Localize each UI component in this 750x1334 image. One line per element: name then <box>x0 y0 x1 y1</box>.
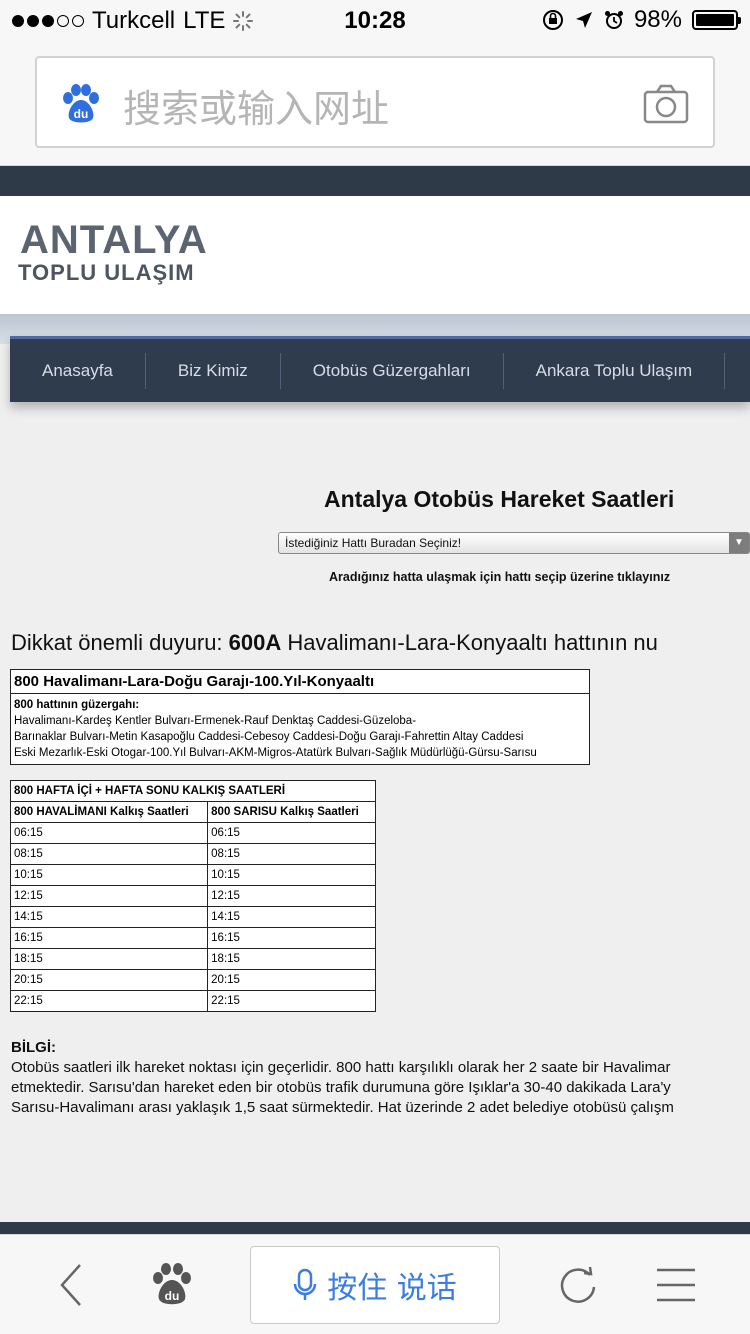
search-bar[interactable]: du 搜索或输入网址 <box>35 56 715 148</box>
site-footer-strip <box>0 1222 750 1234</box>
baidu-home-icon[interactable]: du <box>150 1261 194 1307</box>
departure-time: 08:15 <box>9 843 209 865</box>
announcement-marquee[interactable]: Dikkat önemli duyuru: 600A Havalimanı-La… <box>11 630 658 656</box>
info-section: BİLGİ: Otobüs saatleri ilk hareket nokta… <box>11 1038 750 1118</box>
table-row: 14:15 14:15 <box>9 906 376 928</box>
schedule-header-row: 800 HAVALİMANI Kalkış Saatleri 800 SARIS… <box>9 801 376 823</box>
departure-time: 22:15 <box>207 990 376 1012</box>
notice-text: Havalimanı-Lara-Konyaaltı hattının nu <box>281 630 658 655</box>
battery-icon <box>692 10 741 30</box>
site-header: ANTALYA TOPLU ULAŞIM <box>0 196 750 314</box>
location-arrow-icon <box>575 12 592 28</box>
departure-time: 16:15 <box>9 927 209 949</box>
status-bar: Turkcell LTE 10:28 98% <box>0 0 750 40</box>
table-row: 12:15 12:15 <box>9 885 376 907</box>
back-icon[interactable] <box>56 1263 86 1307</box>
voice-search-button[interactable]: 按住 说话 <box>250 1246 500 1324</box>
departure-time: 20:15 <box>207 969 376 991</box>
departure-time: 20:15 <box>9 969 209 991</box>
schedule-table: 800 HAFTA İÇİ + HAFTA SONU KALKIŞ SAATLE… <box>9 780 376 1012</box>
table-row: 16:15 16:15 <box>9 927 376 949</box>
nav-item-ankara-toplu-ulasim[interactable]: Ankara Toplu Ulaşım <box>504 352 726 389</box>
departure-time: 18:15 <box>207 948 376 970</box>
alarm-clock-icon <box>604 11 623 29</box>
route-title: 800 Havalimanı-Lara-Doğu Garajı-100.Yıl-… <box>11 670 589 694</box>
line-select-value: İstediğiniz Hattı Buradan Seçiniz! <box>285 536 462 550</box>
dropdown-arrow-icon[interactable]: ▼ <box>729 533 749 553</box>
browser-toolbar: du 按住 说话 <box>0 1234 750 1334</box>
line-select-dropdown[interactable]: İstediğiniz Hattı Buradan Seçiniz! ▼ <box>278 532 750 554</box>
info-line: Otobüs saatleri ilk hareket noktası için… <box>11 1059 671 1076</box>
table-row: 18:15 18:15 <box>9 948 376 970</box>
nav-item-anasayfa[interactable]: Anasayfa <box>10 352 146 389</box>
voice-search-label: 按住 说话 <box>327 1271 457 1306</box>
table-row: 08:15 08:15 <box>9 843 376 865</box>
departure-time: 18:15 <box>9 948 209 970</box>
svg-text:du: du <box>165 1289 180 1303</box>
nav-item-otobus-guzergahlari[interactable]: Otobüs Güzergahları <box>281 352 504 389</box>
schedule-title-row: 800 HAFTA İÇİ + HAFTA SONU KALKIŞ SAATLE… <box>10 780 376 802</box>
departure-time: 08:15 <box>207 843 376 865</box>
departure-time: 12:15 <box>9 885 209 907</box>
route-line: Havalimanı-Kardeş Kentler Bulvarı-Ermene… <box>14 715 417 727</box>
baidu-logo-icon: du <box>63 84 99 123</box>
info-line: Sarısu-Havalimanı arası yaklaşık 1,5 saa… <box>11 1099 674 1116</box>
departure-time: 14:15 <box>207 906 376 928</box>
table-row: 10:15 10:15 <box>9 864 376 886</box>
departure-time: 16:15 <box>207 927 376 949</box>
column-header-sarisu: 800 SARISU Kalkış Saatleri <box>207 801 376 823</box>
battery-percent: 98% <box>633 6 682 33</box>
site-logo-sub[interactable]: TOPLU ULAŞIM <box>18 260 195 286</box>
schedule-title: 800 HAFTA İÇİ + HAFTA SONU KALKIŞ SAATLE… <box>10 780 376 802</box>
route-line: Eski Mezarlık-Eski Otogar-100.Yıl Bulvar… <box>14 747 537 759</box>
route-box: 800 Havalimanı-Lara-Doğu Garajı-100.Yıl-… <box>10 669 590 765</box>
notice-prefix: Dikkat önemli duyuru: <box>11 630 229 655</box>
route-heading: 800 hattının güzergahı: <box>14 699 140 711</box>
svg-text:du: du <box>74 107 89 121</box>
camera-icon[interactable] <box>643 84 689 124</box>
departure-time: 10:15 <box>207 864 376 886</box>
select-hint: Aradığınız hatta ulaşmak için hattı seçi… <box>329 570 671 584</box>
main-nav: Anasayfa Biz Kimiz Otobüs Güzergahları A… <box>10 336 750 402</box>
departure-time: 10:15 <box>9 864 209 886</box>
departure-time: 06:15 <box>207 822 376 844</box>
microphone-icon <box>293 1268 317 1300</box>
refresh-icon[interactable] <box>556 1263 600 1307</box>
route-line: Barınaklar Bulvarı-Metin Kasapoğlu Cadde… <box>14 731 524 743</box>
nav-item-biz-kimiz[interactable]: Biz Kimiz <box>146 352 281 389</box>
departure-time: 22:15 <box>9 990 209 1012</box>
table-row: 22:15 22:15 <box>9 990 376 1012</box>
column-header-havalimani: 800 HAVALİMANI Kalkış Saatleri <box>9 801 209 823</box>
table-row: 06:15 06:15 <box>9 822 376 844</box>
info-heading: BİLGİ: <box>11 1039 56 1056</box>
site-logo-main[interactable]: ANTALYA <box>20 218 208 263</box>
browser-address-area: du 搜索或输入网址 <box>0 40 750 166</box>
page-title: Antalya Otobüs Hareket Saatleri <box>324 486 675 512</box>
menu-icon[interactable] <box>656 1267 696 1303</box>
departure-time: 06:15 <box>9 822 209 844</box>
search-input[interactable]: 搜索或输入网址 <box>123 78 389 133</box>
departure-time: 14:15 <box>9 906 209 928</box>
site-top-strip <box>0 166 750 196</box>
info-line: etmektedir. Sarısu'dan hareket eden bir … <box>11 1079 671 1096</box>
notice-line-code: 600A <box>228 630 282 655</box>
status-right: 98% <box>542 6 741 34</box>
rotation-lock-icon <box>542 10 563 30</box>
departure-time: 12:15 <box>207 885 376 907</box>
table-row: 20:15 20:15 <box>9 969 376 991</box>
route-body: 800 hattının güzergahı: Havalimanı-Karde… <box>11 694 589 764</box>
